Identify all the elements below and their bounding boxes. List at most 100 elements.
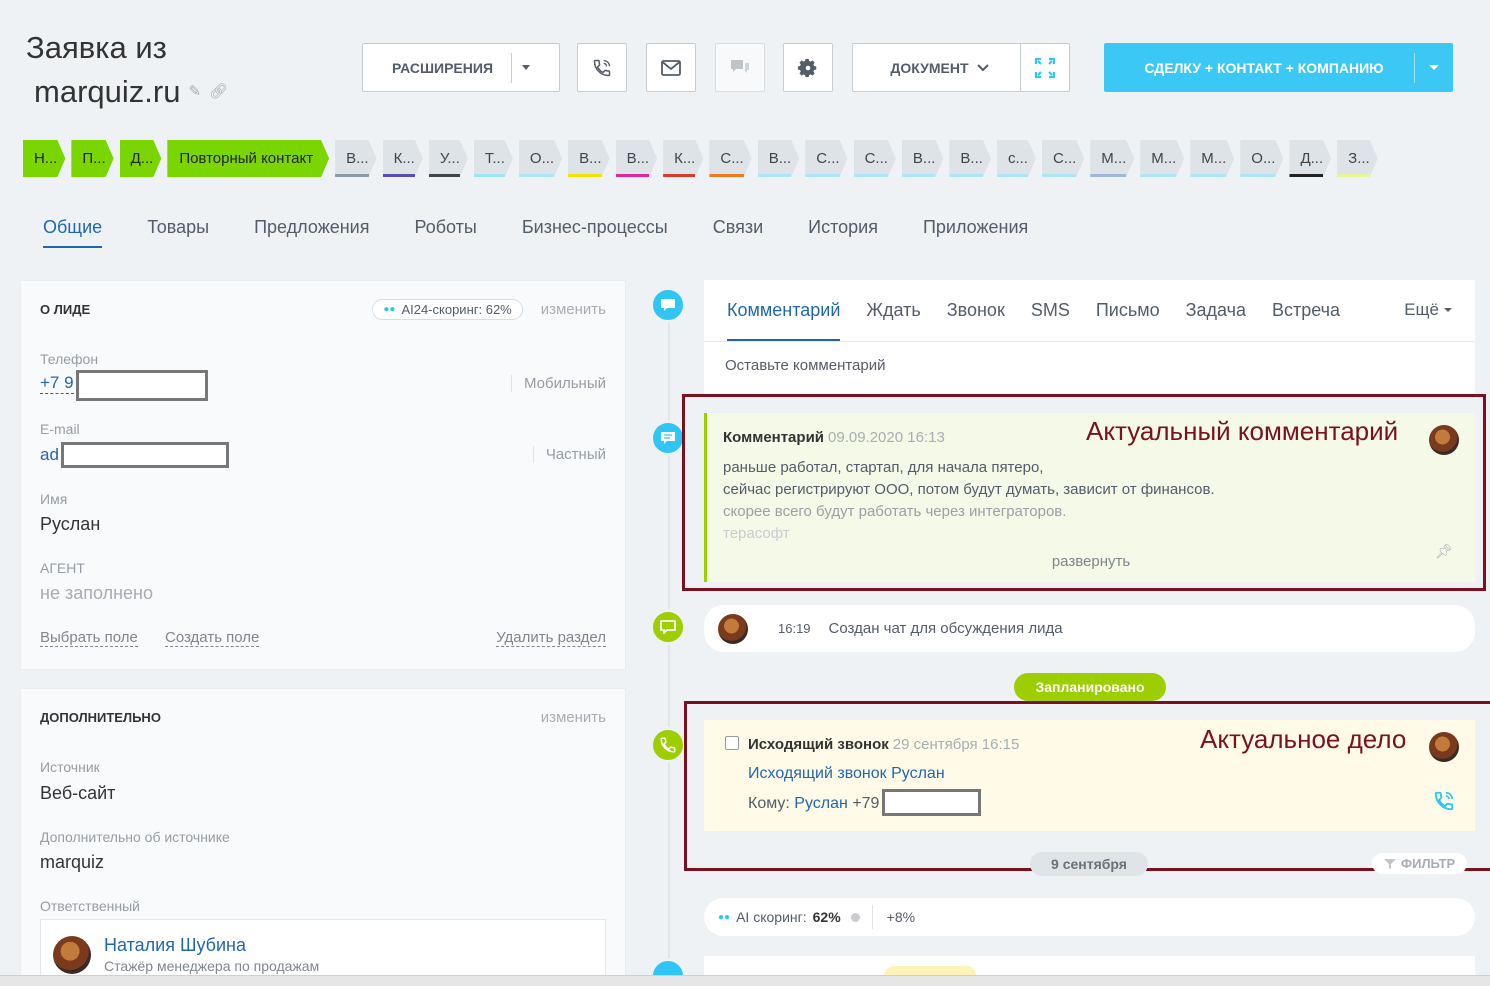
stage-item[interactable]: М... (1190, 140, 1234, 177)
tab-item[interactable]: Роботы (414, 217, 476, 248)
responsible-name[interactable]: Наталия Шубина (104, 935, 246, 956)
stage-item[interactable]: З... (1337, 140, 1378, 177)
extensions-button[interactable]: РАСШИРЕНИЯ (362, 43, 560, 92)
stage-item[interactable]: П... (71, 140, 113, 177)
editor-tab[interactable]: SMS (1031, 300, 1070, 341)
stage-item[interactable]: У... (429, 140, 468, 177)
stage-item[interactable]: С... (1042, 140, 1084, 177)
title-line-2: marquiz.ru (34, 74, 181, 109)
tab-item[interactable]: Товары (147, 217, 209, 248)
editor-tab[interactable]: Ждать (866, 300, 920, 341)
stage-item[interactable]: Повторный контакт (167, 140, 329, 177)
chevron-down-icon[interactable] (1415, 65, 1453, 70)
stage-label: с... (1007, 150, 1028, 167)
email-value[interactable]: ad (40, 445, 59, 465)
email-label: E-mail (40, 421, 80, 437)
tab-item[interactable]: История (808, 217, 878, 248)
chat-button[interactable] (715, 43, 765, 92)
stage-label: Повторный контакт (179, 150, 314, 167)
chevron-down-icon (976, 63, 989, 71)
timeline-comment-dot (650, 420, 686, 456)
convert-label: СДЕЛКУ + КОНТАКТ + КОМПАНИЮ (1144, 59, 1384, 76)
stage-label: О... (1251, 150, 1276, 167)
phone-type: Мобильный (511, 375, 606, 392)
timeline-comment-dot (650, 287, 686, 323)
stage-item[interactable]: С... (854, 140, 896, 177)
change-link[interactable]: изменить (541, 301, 606, 318)
editor-more-tab[interactable]: Ещё (1404, 300, 1452, 341)
settings-button[interactable] (783, 43, 833, 92)
avatar (718, 613, 748, 644)
stage-label: В... (912, 150, 936, 167)
call-button[interactable] (577, 43, 627, 92)
stage-item[interactable]: Н... (23, 140, 65, 177)
source-more-label: Дополнительно об источнике (40, 829, 230, 845)
stage-item[interactable]: М... (1140, 140, 1184, 177)
stage-item[interactable]: с... (997, 140, 1036, 177)
stage-color-bar (709, 174, 743, 177)
tab-item[interactable]: Связи (713, 217, 763, 248)
stage-label: В... (960, 150, 983, 167)
stage-item[interactable]: С... (805, 140, 847, 177)
stage-item[interactable]: К... (663, 140, 703, 177)
stage-label: С... (1052, 150, 1077, 167)
name-label: Имя (40, 491, 68, 507)
stage-item[interactable]: Т... (474, 140, 513, 177)
stage-item[interactable]: О... (1240, 140, 1283, 177)
link-icon[interactable]: 🔗︎ (209, 70, 228, 114)
convert-icon-button[interactable] (1020, 43, 1070, 92)
stage-item[interactable]: В... (949, 140, 991, 177)
editor-tab[interactable]: Письмо (1096, 300, 1160, 341)
ai-scoring-badge[interactable]: ●● AI24-скоринг: 62% (372, 298, 523, 320)
stage-item[interactable]: О... (519, 140, 562, 177)
select-field-link[interactable]: Выбрать поле (40, 629, 138, 647)
stage-color-bar (519, 174, 554, 177)
stage-item[interactable]: В... (902, 140, 944, 177)
editor-tab[interactable]: Звонок (947, 300, 1005, 341)
edit-pencil-icon[interactable]: ✎ (188, 70, 201, 114)
editor-tab[interactable]: Комментарий (727, 300, 841, 341)
ai-scoring-icon: ●● (383, 303, 396, 315)
change-link[interactable]: изменить (541, 709, 606, 726)
phone-value[interactable]: +7 9 (40, 373, 74, 394)
chat-bubble-icon (660, 620, 676, 634)
additional-card: ДОПОЛНИТЕЛЬНО изменить Источник Веб-сайт… (20, 688, 626, 986)
editor-tab[interactable]: Встреча (1272, 300, 1340, 341)
stage-item[interactable]: С... (709, 140, 751, 177)
ai-scoring-icon: ●● (718, 911, 731, 923)
chevron-down-icon[interactable] (522, 65, 531, 70)
editor-tab[interactable]: Задача (1186, 300, 1246, 341)
stage-item[interactable]: В... (335, 140, 377, 177)
tab-item[interactable]: Бизнес-процессы (522, 217, 668, 248)
stage-color-bar (568, 174, 602, 177)
stage-item[interactable]: В... (616, 140, 658, 177)
filter-icon (1384, 858, 1396, 869)
comment-input[interactable]: Оставьте комментарий (704, 342, 1475, 389)
stage-item[interactable]: К... (383, 140, 423, 177)
email-button[interactable] (646, 43, 696, 92)
stage-color-bar (902, 174, 936, 177)
tab-item[interactable]: Предложения (254, 217, 369, 248)
stage-label: О... (529, 150, 555, 167)
stage-item[interactable]: В... (758, 140, 800, 177)
tab-item[interactable]: Приложения (923, 217, 1028, 248)
stage-item[interactable]: Д... (120, 140, 162, 177)
ai-scoring-text: AI24-скоринг: 62% (401, 301, 512, 317)
agent-label: АГЕНТ (40, 560, 85, 576)
ai-scoring-value: 62% (812, 909, 841, 925)
stage-label: В... (626, 150, 650, 167)
stage-item[interactable]: М... (1090, 140, 1134, 177)
gear-icon (797, 58, 817, 77)
filter-button[interactable]: ФИЛЬТР (1372, 853, 1468, 874)
create-field-link[interactable]: Создать поле (165, 629, 260, 647)
delete-section-link[interactable]: Удалить раздел (496, 629, 606, 647)
stage-item[interactable]: Д... (1289, 140, 1331, 177)
stage-label: К... (674, 150, 696, 167)
stage-item[interactable]: В... (568, 140, 610, 177)
source-label: Источник (40, 759, 100, 775)
responsible-role: Стажёр менеджера по продажам (104, 958, 320, 974)
convert-button[interactable]: СДЕЛКУ + КОНТАКТ + КОМПАНИЮ (1104, 43, 1453, 92)
document-button[interactable]: ДОКУМЕНТ (852, 43, 1027, 92)
tab-item[interactable]: Общие (43, 217, 103, 248)
responsible-box: Наталия Шубина Стажёр менеджера по прода… (40, 919, 606, 979)
